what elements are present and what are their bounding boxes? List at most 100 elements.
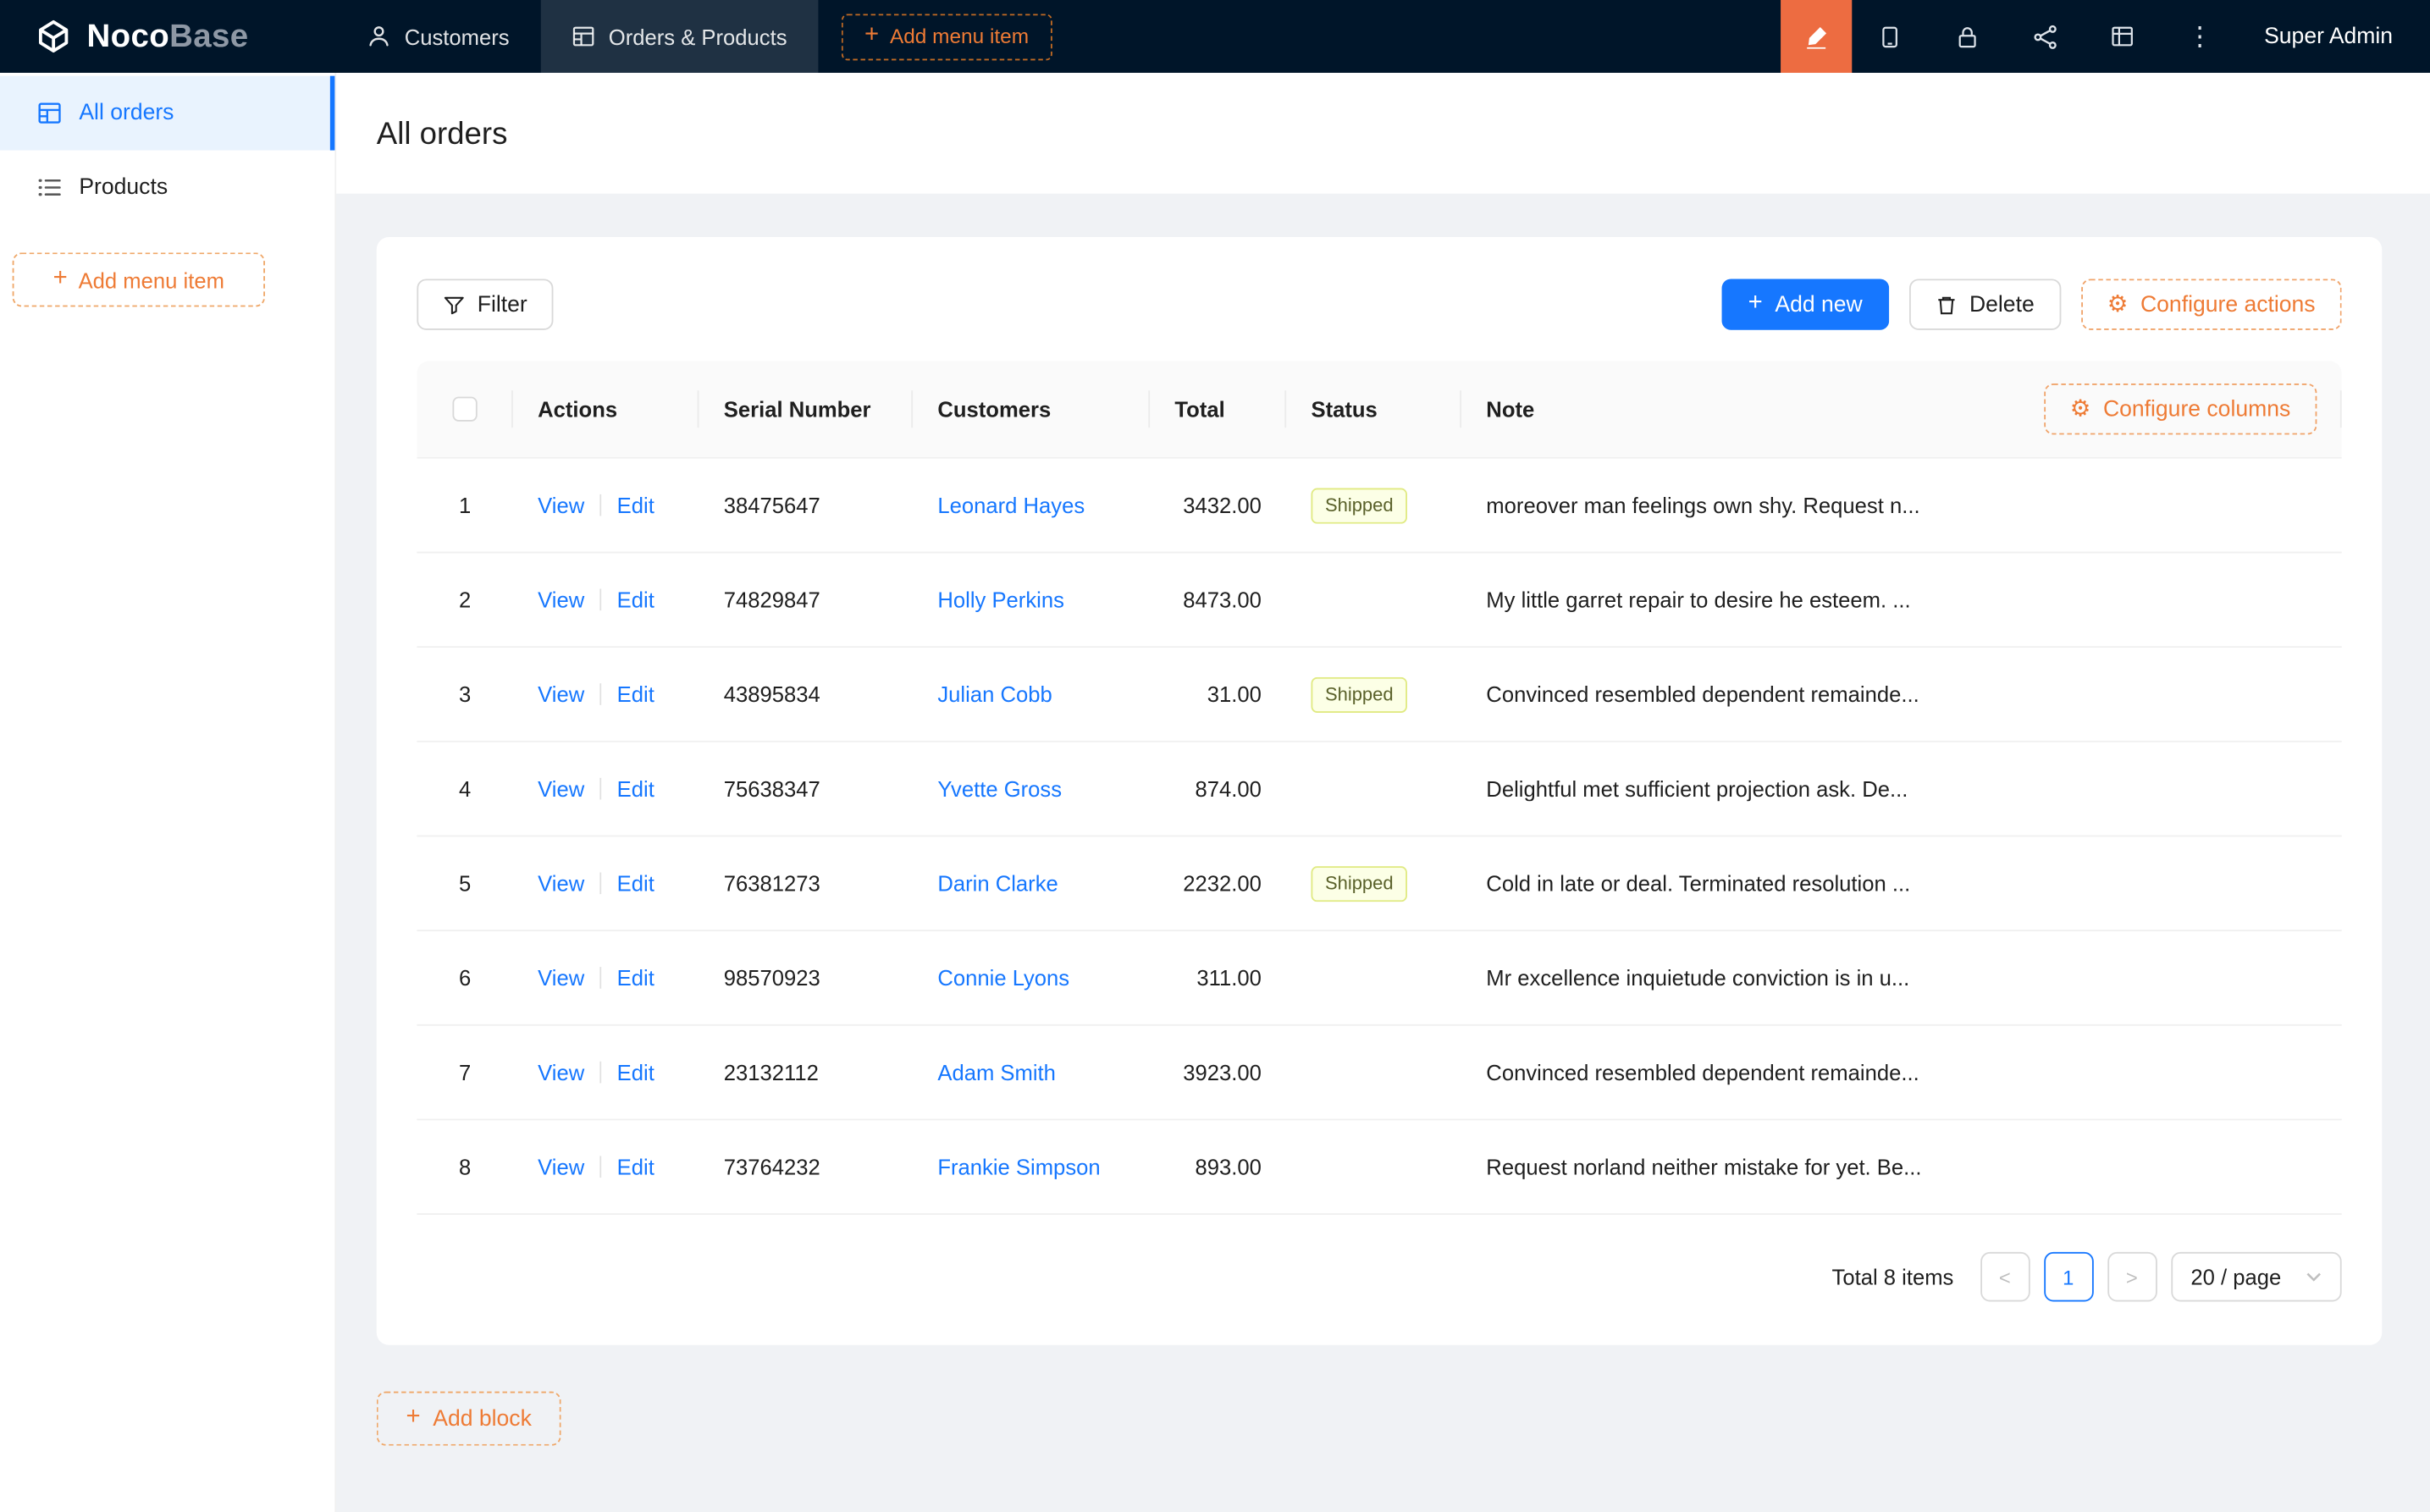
- view-link[interactable]: View: [538, 1155, 584, 1179]
- logo-text: NocoBase: [86, 18, 248, 55]
- view-link[interactable]: View: [538, 588, 584, 612]
- serial-number-cell: 75638347: [699, 776, 913, 801]
- note-cell: Cold in late or deal. Terminated resolut…: [1461, 871, 2342, 896]
- nav-tab-label: Customers: [405, 24, 510, 48]
- view-link[interactable]: View: [538, 1060, 584, 1084]
- configure-actions-button[interactable]: ⚙ Configure actions: [2081, 279, 2342, 329]
- add-new-button[interactable]: + Add new: [1722, 279, 1889, 329]
- configure-columns-button[interactable]: ⚙ Configure columns: [2044, 384, 2317, 434]
- total-cell: 8473.00: [1150, 588, 1286, 612]
- column-header-actions: Actions: [513, 397, 699, 422]
- user-menu[interactable]: Super Admin: [2239, 0, 2430, 73]
- table-row: 1 ViewEdit 38475647 Leonard Hayes 3432.0…: [417, 459, 2341, 554]
- actions-cell: View Edit: [513, 1155, 699, 1179]
- note-cell: moreover man feelings own shy. Request n…: [1461, 493, 2342, 517]
- pagination: Total 8 items < 1 > 20 / page: [417, 1252, 2341, 1302]
- customer-link[interactable]: Julian Cobb: [937, 682, 1052, 706]
- sidebar-item-products[interactable]: Products: [0, 151, 334, 225]
- filter-icon: [443, 294, 465, 316]
- action-divider: [600, 1156, 602, 1178]
- table-row: 8 ViewEdit 73764232 Frankie Simpson 893.…: [417, 1120, 2341, 1215]
- view-link[interactable]: View: [538, 776, 584, 801]
- trash-icon: [1936, 294, 1958, 316]
- nocobase-logo[interactable]: NocoBase: [0, 0, 336, 73]
- chevron-right-icon: >: [2126, 1265, 2138, 1288]
- list-icon: [37, 175, 62, 200]
- lock-button[interactable]: [1930, 0, 2008, 73]
- total-cell: 3432.00: [1150, 493, 1286, 517]
- edit-link[interactable]: Edit: [617, 965, 654, 990]
- pagination-next-button[interactable]: >: [2107, 1252, 2157, 1302]
- edit-link[interactable]: Edit: [617, 682, 654, 706]
- mobile-icon: [1879, 24, 1902, 48]
- view-link[interactable]: View: [538, 871, 584, 896]
- page-content: Filter + Add new: [336, 194, 2430, 1512]
- customer-link[interactable]: Frankie Simpson: [937, 1155, 1100, 1179]
- page-header: All orders: [336, 73, 2430, 194]
- actions-cell: View Edit: [513, 588, 699, 612]
- customer-link[interactable]: Adam Smith: [937, 1060, 1056, 1084]
- app-screen: NocoBase Customers Orders & Product: [0, 0, 2430, 1512]
- note-cell: My little garret repair to desire he est…: [1461, 588, 2342, 612]
- status-tag: Shipped: [1311, 676, 1407, 712]
- status-tag: Shipped: [1311, 488, 1407, 523]
- edit-link[interactable]: Edit: [617, 493, 654, 517]
- table-body: 1 ViewEdit 38475647 Leonard Hayes 3432.0…: [417, 459, 2341, 1215]
- add-block-button[interactable]: + Add block: [377, 1392, 561, 1446]
- customer-link[interactable]: Holly Perkins: [937, 588, 1064, 612]
- edit-link[interactable]: Edit: [617, 776, 654, 801]
- ui-editor-button[interactable]: [1781, 0, 1852, 73]
- delete-button[interactable]: Delete: [1909, 279, 2061, 329]
- customer-link[interactable]: Connie Lyons: [937, 965, 1069, 990]
- top-navbar: NocoBase Customers Orders & Product: [0, 0, 2430, 73]
- serial-number-cell: 98570923: [699, 965, 913, 990]
- row-index-cell: 4: [417, 776, 512, 801]
- table-toolbar: Filter + Add new: [417, 279, 2341, 329]
- view-link[interactable]: View: [538, 965, 584, 990]
- edit-link[interactable]: Edit: [617, 1060, 654, 1084]
- layout-button[interactable]: [2085, 0, 2162, 73]
- note-cell: Delightful met sufficient projection ask…: [1461, 776, 2342, 801]
- sidebar-item-label: Products: [79, 175, 168, 200]
- serial-number-cell: 73764232: [699, 1155, 913, 1179]
- select-all-checkbox[interactable]: [452, 397, 477, 422]
- action-divider: [600, 967, 602, 989]
- row-index-cell: 1: [417, 493, 512, 517]
- pagination-prev-button[interactable]: <: [1980, 1252, 2030, 1302]
- page-size-select[interactable]: 20 / page: [2171, 1252, 2342, 1302]
- sidebar-item-all-orders[interactable]: All orders: [0, 76, 334, 151]
- pagination-total: Total 8 items: [1832, 1265, 1954, 1289]
- total-cell: 893.00: [1150, 1155, 1286, 1179]
- view-link[interactable]: View: [538, 493, 584, 517]
- edit-link[interactable]: Edit: [617, 588, 654, 612]
- column-header-serial-number: Serial Number: [699, 397, 913, 422]
- api-share-button[interactable]: [2007, 0, 2085, 73]
- table-row: 3 ViewEdit 43895834 Julian Cobb 31.00 Sh…: [417, 648, 2341, 742]
- sidebar: All orders Products + Add menu item: [0, 73, 336, 1512]
- note-cell: Convinced resembled dependent remainde..…: [1461, 1060, 2342, 1084]
- view-link[interactable]: View: [538, 682, 584, 706]
- nav-add-menu-item-button[interactable]: + Add menu item: [842, 14, 1052, 60]
- more-actions-button[interactable]: ⋮: [2162, 0, 2239, 73]
- nav-tab-customers[interactable]: Customers: [336, 0, 540, 73]
- customer-link[interactable]: Leonard Hayes: [937, 493, 1085, 517]
- mobile-button[interactable]: [1852, 0, 1930, 73]
- header-checkbox-cell: [417, 397, 512, 422]
- orders-table: Actions Serial Number Customers Total St…: [417, 361, 2341, 1215]
- customer-cell: Adam Smith: [913, 1060, 1150, 1084]
- customer-link[interactable]: Yvette Gross: [937, 776, 1062, 801]
- filter-button[interactable]: Filter: [417, 279, 554, 329]
- edit-link[interactable]: Edit: [617, 1155, 654, 1179]
- customer-link[interactable]: Darin Clarke: [937, 871, 1058, 896]
- pagination-page-1[interactable]: 1: [2044, 1252, 2094, 1302]
- customer-cell: Holly Perkins: [913, 588, 1150, 612]
- action-divider: [600, 494, 602, 516]
- status-cell: Shipped: [1286, 676, 1461, 712]
- sidebar-add-menu-item-button[interactable]: + Add menu item: [13, 252, 265, 306]
- action-divider: [600, 872, 602, 894]
- lock-icon: [1957, 24, 1980, 48]
- plus-icon: +: [1748, 291, 1763, 316]
- edit-link[interactable]: Edit: [617, 871, 654, 896]
- nav-tab-orders-products[interactable]: Orders & Products: [540, 0, 818, 73]
- row-index-cell: 6: [417, 965, 512, 990]
